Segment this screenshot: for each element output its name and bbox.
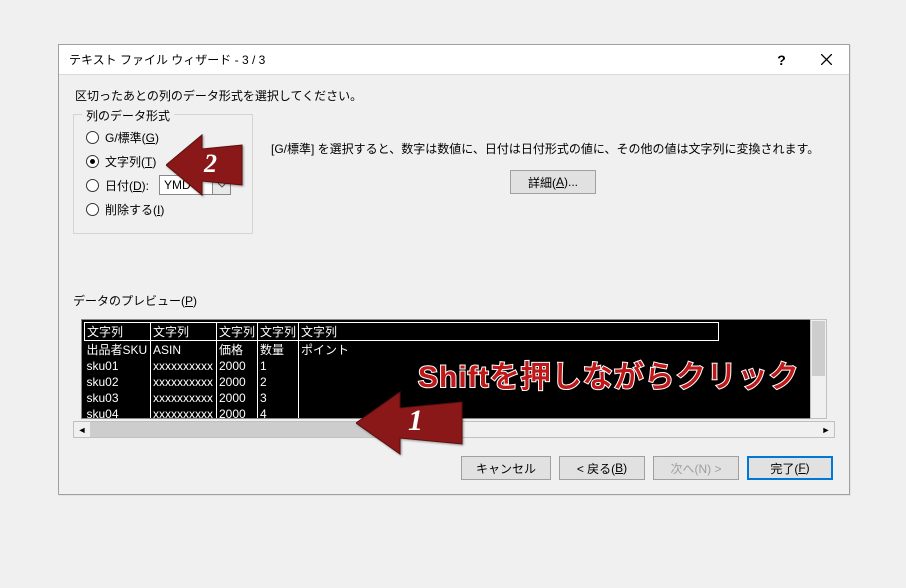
scroll-left-icon[interactable]: ◄ (74, 422, 90, 437)
scrollbar-thumb[interactable] (812, 321, 825, 376)
radio-text-label: 文字列(T) (105, 153, 156, 170)
next-button: 次へ(N) > (653, 456, 739, 480)
help-button[interactable]: ? (759, 46, 804, 74)
radio-general-row[interactable]: G/標準(G) (86, 125, 242, 149)
radio-skip-label: 削除する(I) (105, 201, 164, 218)
col-type[interactable]: 文字列 (299, 323, 719, 341)
description-text: [G/標準] を選択すると、数字は数値に、日付は日付形式の値に、その他の値は文字… (271, 140, 835, 158)
scrollbar-thumb[interactable] (90, 422, 454, 437)
col-type[interactable]: 文字列 (151, 323, 217, 341)
scroll-right-icon[interactable]: ► (818, 422, 834, 437)
cancel-button[interactable]: キャンセル (461, 456, 551, 480)
chevron-down-icon (212, 176, 230, 194)
annotation-shift-text: Shiftを押しながらクリック (418, 352, 800, 396)
close-button[interactable] (804, 46, 849, 74)
close-icon (821, 54, 832, 65)
radio-text-row[interactable]: 文字列(T) (86, 149, 242, 173)
col-type[interactable]: 文字列 (258, 323, 299, 341)
instruction-text: 区切ったあとの列のデータ形式を選択してください。 (75, 87, 835, 104)
top-row: 列のデータ形式 G/標準(G) 文字列(T) 日付(D): YMD (73, 114, 835, 234)
radio-date-label: 日付(D): (105, 177, 149, 194)
table-type-row: 文字列 文字列 文字列 文字列 文字列 (85, 323, 719, 341)
button-row: キャンセル < 戻る(B) 次へ(N) > 完了(F) (73, 456, 835, 480)
radio-date[interactable] (86, 179, 99, 192)
table-row: sku04 xxxxxxxxxx 2000 4 (85, 406, 719, 419)
titlebar: テキスト ファイル ウィザード - 3 / 3 ? (59, 45, 849, 75)
finish-button[interactable]: 完了(F) (747, 456, 833, 480)
scrollbar-track[interactable] (90, 422, 818, 437)
radio-general[interactable] (86, 131, 99, 144)
preview-label: データのプレビュー(P) (73, 292, 835, 309)
window-title: テキスト ファイル ウィザード - 3 / 3 (69, 51, 759, 68)
group-legend: 列のデータ形式 (82, 107, 174, 124)
col-type[interactable]: 文字列 (217, 323, 258, 341)
description-area: [G/標準] を選択すると、数字は数値に、日付は日付形式の値に、その他の値は文字… (271, 114, 835, 194)
col-type[interactable]: 文字列 (85, 323, 151, 341)
back-button[interactable]: < 戻る(B) (559, 456, 645, 480)
date-format-value: YMD (160, 178, 212, 192)
wizard-dialog: テキスト ファイル ウィザード - 3 / 3 ? 区切ったあとの列のデータ形式… (58, 44, 850, 495)
horizontal-scrollbar[interactable]: ◄ ► (73, 421, 835, 438)
detail-button[interactable]: 詳細(A)... (510, 170, 596, 194)
radio-skip[interactable] (86, 203, 99, 216)
vertical-scrollbar[interactable] (810, 319, 827, 419)
column-data-type-group: 列のデータ形式 G/標準(G) 文字列(T) 日付(D): YMD (73, 114, 253, 234)
radio-general-label: G/標準(G) (105, 129, 159, 146)
date-format-select[interactable]: YMD (159, 175, 231, 195)
radio-text[interactable] (86, 155, 99, 168)
dialog-content: 区切ったあとの列のデータ形式を選択してください。 列のデータ形式 G/標準(G)… (59, 75, 849, 494)
radio-date-row[interactable]: 日付(D): YMD (86, 173, 242, 197)
radio-skip-row[interactable]: 削除する(I) (86, 197, 242, 221)
